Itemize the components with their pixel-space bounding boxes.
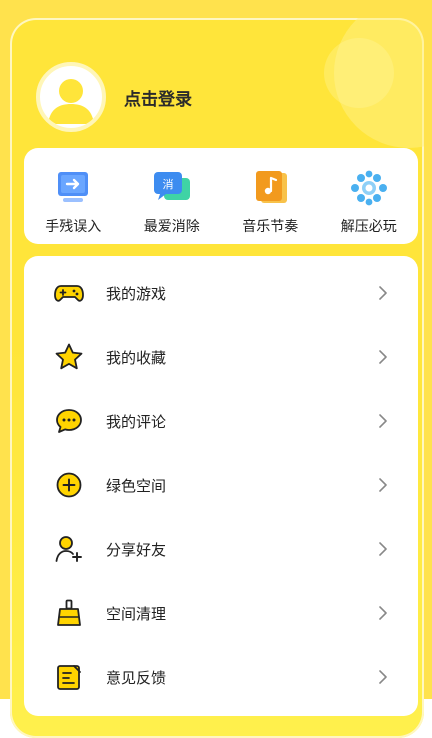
quick-action-clumsy[interactable]: 手残误入 xyxy=(30,170,116,236)
chevron-right-icon xyxy=(378,413,388,429)
menu-item-label: 我的评论 xyxy=(106,413,167,431)
menu-item-label: 意见反馈 xyxy=(106,669,167,687)
gamepad-icon xyxy=(54,278,84,308)
chevron-right-icon xyxy=(378,605,388,621)
svg-text:消: 消 xyxy=(162,177,173,191)
comment-icon xyxy=(54,406,84,436)
chevron-right-icon xyxy=(378,669,388,685)
menu-item-label: 分享好友 xyxy=(106,541,167,559)
add-friend-icon xyxy=(54,534,84,564)
chevron-right-icon xyxy=(378,477,388,493)
app-background: 点击登录 手残误入 消 最爱消除 音乐节奏 解压必玩 我的游戏 我的收藏 我的评… xyxy=(0,0,432,738)
quick-action-stress-relief[interactable]: 解压必玩 xyxy=(326,170,412,236)
menu-item-my-comments[interactable]: 我的评论 xyxy=(24,388,418,452)
chevron-right-icon xyxy=(378,349,388,365)
chevron-right-icon xyxy=(378,285,388,301)
chat-bubbles-icon: 消 xyxy=(152,170,192,206)
menu-list-card: 我的游戏 我的收藏 我的评论 绿色空间 分享好友 空间清理 意见反馈 xyxy=(24,256,418,716)
chevron-right-icon xyxy=(378,541,388,557)
decorative-bubble-small xyxy=(324,38,394,108)
menu-item-label: 绿色空间 xyxy=(106,477,167,495)
menu-item-label: 我的收藏 xyxy=(106,349,167,367)
quick-action-label: 最爱消除 xyxy=(143,219,200,235)
quick-action-label: 解压必玩 xyxy=(340,219,397,235)
menu-item-space-cleanup[interactable]: 空间清理 xyxy=(24,580,418,644)
menu-item-green-space[interactable]: 绿色空间 xyxy=(24,452,418,516)
star-icon xyxy=(54,342,84,372)
broom-icon xyxy=(54,598,84,628)
menu-item-label: 我的游戏 xyxy=(106,285,167,303)
plus-circle-icon xyxy=(54,470,84,500)
menu-item-my-favorites[interactable]: 我的收藏 xyxy=(24,324,418,388)
monitor-arrow-icon xyxy=(53,170,93,206)
quick-action-music[interactable]: 音乐节奏 xyxy=(227,170,313,236)
music-note-icon xyxy=(250,170,290,206)
gear-dots-icon xyxy=(349,170,389,206)
menu-item-my-games[interactable]: 我的游戏 xyxy=(24,260,418,324)
feedback-edit-icon xyxy=(54,662,84,692)
quick-action-label: 音乐节奏 xyxy=(242,219,299,235)
quick-action-elimination[interactable]: 消 最爱消除 xyxy=(129,170,215,236)
quick-actions-card: 手残误入 消 最爱消除 音乐节奏 解压必玩 xyxy=(24,148,418,244)
menu-item-feedback[interactable]: 意见反馈 xyxy=(24,644,418,708)
avatar[interactable] xyxy=(36,62,106,132)
quick-action-label: 手残误入 xyxy=(45,219,102,235)
default-avatar-icon xyxy=(48,79,94,124)
login-text[interactable]: 点击登录 xyxy=(124,85,192,110)
login-profile-area[interactable]: 点击登录 xyxy=(36,62,192,132)
menu-item-share-friends[interactable]: 分享好友 xyxy=(24,516,418,580)
menu-item-label: 空间清理 xyxy=(106,605,167,623)
